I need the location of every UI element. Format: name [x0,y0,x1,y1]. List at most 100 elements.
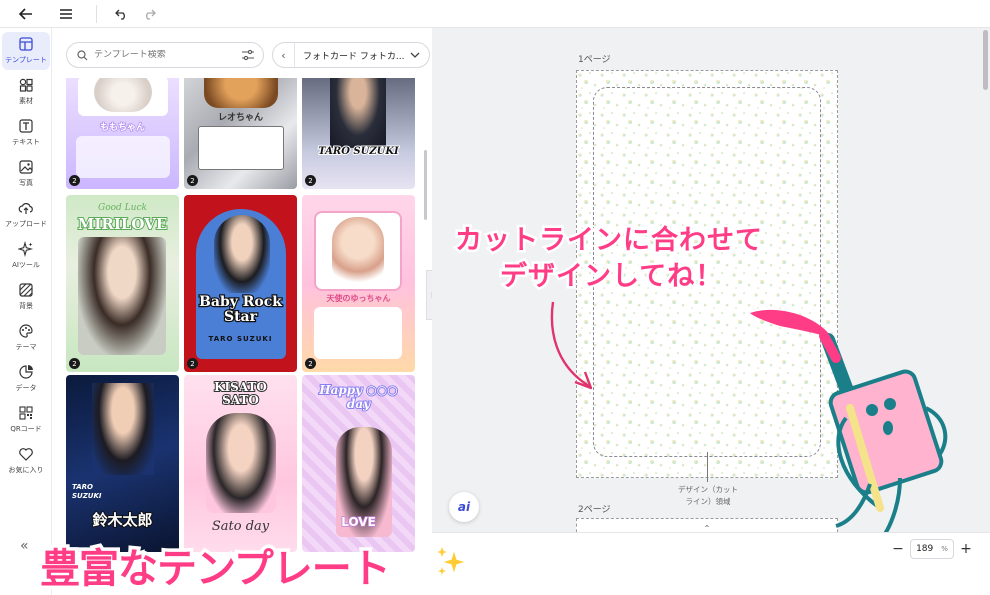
sidebar-item-label: QRコード [10,425,42,433]
sidebar-item-ai-tools[interactable]: AIツール [2,237,50,275]
template-panel: ‹ フォトカード フォトカ... ももちゃん 2 レオちゃん 2 TARO SU [52,28,432,595]
zoom-out-button[interactable]: − [890,541,906,557]
template-title: 鈴木太郎 [91,510,153,530]
redo-icon[interactable] [137,2,161,26]
template-subtitle: Sato day [211,519,270,534]
sidebar-item-label: 写真 [19,179,33,187]
filter-icon[interactable] [241,48,255,62]
template-card[interactable]: KISATO SATO Sato day [184,375,297,552]
sidebar-item-background[interactable]: 背景 [2,278,50,316]
sidebar-item-label: 素材 [19,97,33,105]
template-title: MIRILOVE [77,214,169,234]
page-count-badge: 2 [305,358,316,369]
template-card[interactable]: Happy ○○○ day LOVE [302,375,415,552]
template-card[interactable]: Baby Rock Star TARO SUZUKI 2 [184,195,297,372]
page-count-badge: 2 [69,175,80,186]
template-subtitle: TARO SUZUKI [208,335,273,343]
template-subtitle: TARO SUZUKI [72,483,102,500]
zoom-control: − 189 % + [890,539,974,559]
template-card[interactable]: TARO SUZUKI 鈴木太郎 [66,375,179,552]
toolbar-divider [96,4,97,23]
page-1-label: 1ページ [578,55,611,65]
sidebar-item-label: AIツール [12,261,40,269]
chart-icon [19,365,33,379]
shapes-icon [19,78,33,92]
ai-assistant-button[interactable]: ai [449,492,479,522]
search-icon [77,49,88,60]
paintbrush-mascot-icon [750,309,948,540]
top-toolbar [0,0,990,28]
promo-caption: 豊富なテンプレート [37,543,395,595]
template-search [66,42,264,68]
template-subtitle: LOVE [340,514,376,530]
canvas-scrollbar[interactable] [983,30,988,90]
sidebar-item-label: データ [15,384,37,392]
template-title: 天使のゆっちゃん [326,293,391,303]
template-card[interactable]: TARO SUZUKI 2 [302,78,415,189]
menu-icon[interactable] [54,2,78,26]
template-title: TARO SUZUKI [317,145,400,158]
sidebar-item-data[interactable]: データ [2,360,50,398]
image-icon [19,160,33,174]
collapse-sidebar-icon[interactable]: « [20,538,29,554]
template-title: Baby Rock Star [198,293,283,326]
template-title: ももちゃん [99,122,146,134]
overlay-text-line1: カットラインに合わせて [453,223,765,259]
sidebar-item-elements[interactable]: 素材 [2,73,50,111]
zoom-input[interactable]: 189 % [910,539,954,559]
template-title: Happy ○○○ day [318,382,398,412]
sidebar-item-text[interactable]: テキスト [2,114,50,152]
page-count-badge: 2 [305,175,316,186]
sidebar-item-label: テキスト [12,138,40,146]
cut-line-label-line2: ライン）領域 [685,497,731,506]
sidebar-item-theme[interactable]: テーマ [2,319,50,357]
chevron-left-icon[interactable]: ‹ [273,43,295,67]
cut-line-label-line1: デザイン（カット [678,485,738,494]
undo-icon[interactable] [109,2,133,26]
sidebar-item-label: テンプレート [5,56,47,64]
page-count-badge: 2 [187,175,198,186]
category-value: フォトカード フォトカ... [303,51,405,62]
page-count-badge: 2 [69,358,80,369]
zoom-in-button[interactable]: + [958,541,974,557]
bottom-bar: − 189 % + [432,532,990,595]
editor-root: テンプレート 素材 テキスト 写真 アップロード AIツール 背景 テーマ デー… [0,0,990,595]
sidebar-item-upload[interactable]: アップロード [2,196,50,234]
chevron-down-icon [410,52,420,58]
template-icon [19,37,33,51]
sidebar-item-favorites[interactable]: お気に入り [2,442,50,480]
zoom-unit: % [941,545,948,553]
template-title: レオちゃん [217,113,263,123]
curved-arrow-icon [550,301,593,390]
search-input[interactable] [94,50,224,60]
background-icon [19,283,33,297]
sidebar-item-photo[interactable]: 写真 [2,155,50,193]
heart-icon [19,448,33,461]
template-grid: ももちゃん 2 レオちゃん 2 TARO SUZUKI 2 Good Luck … [66,78,418,595]
template-card[interactable]: レオちゃん 2 [184,78,297,189]
sparkle-emoji-icon [437,546,470,578]
upload-icon [18,203,33,214]
category-select[interactable]: ‹ フォトカード フォトカ... [272,42,430,68]
back-arrow-icon[interactable] [14,2,38,26]
panel-scrollbar[interactable] [424,150,427,220]
sidebar-item-label: テーマ [15,343,37,351]
zoom-value: 189 [916,544,934,554]
template-card[interactable]: Good Luck MIRILOVE 2 [66,195,179,372]
cut-line-label: デザイン（カット ライン）領域 [670,484,746,508]
sidebar-item-label: 背景 [19,302,33,310]
template-card[interactable]: 天使のゆっちゃん 2 [302,195,415,372]
sidebar-item-label: お気に入り [8,466,44,474]
text-icon [19,119,33,133]
sparkle-icon [18,241,34,257]
cut-line-leader [707,452,708,482]
palette-icon [19,324,33,338]
template-title: KISATO SATO [213,380,268,408]
qrcode-icon [19,406,33,420]
template-card[interactable]: ももちゃん 2 [66,78,179,189]
page-count-badge: 2 [187,358,198,369]
sidebar-item-template[interactable]: テンプレート [2,32,50,70]
sidebar-item-qrcode[interactable]: QRコード [2,401,50,439]
left-sidebar: テンプレート 素材 テキスト 写真 アップロード AIツール 背景 テーマ デー… [0,28,52,595]
sidebar-item-label: アップロード [5,220,47,228]
